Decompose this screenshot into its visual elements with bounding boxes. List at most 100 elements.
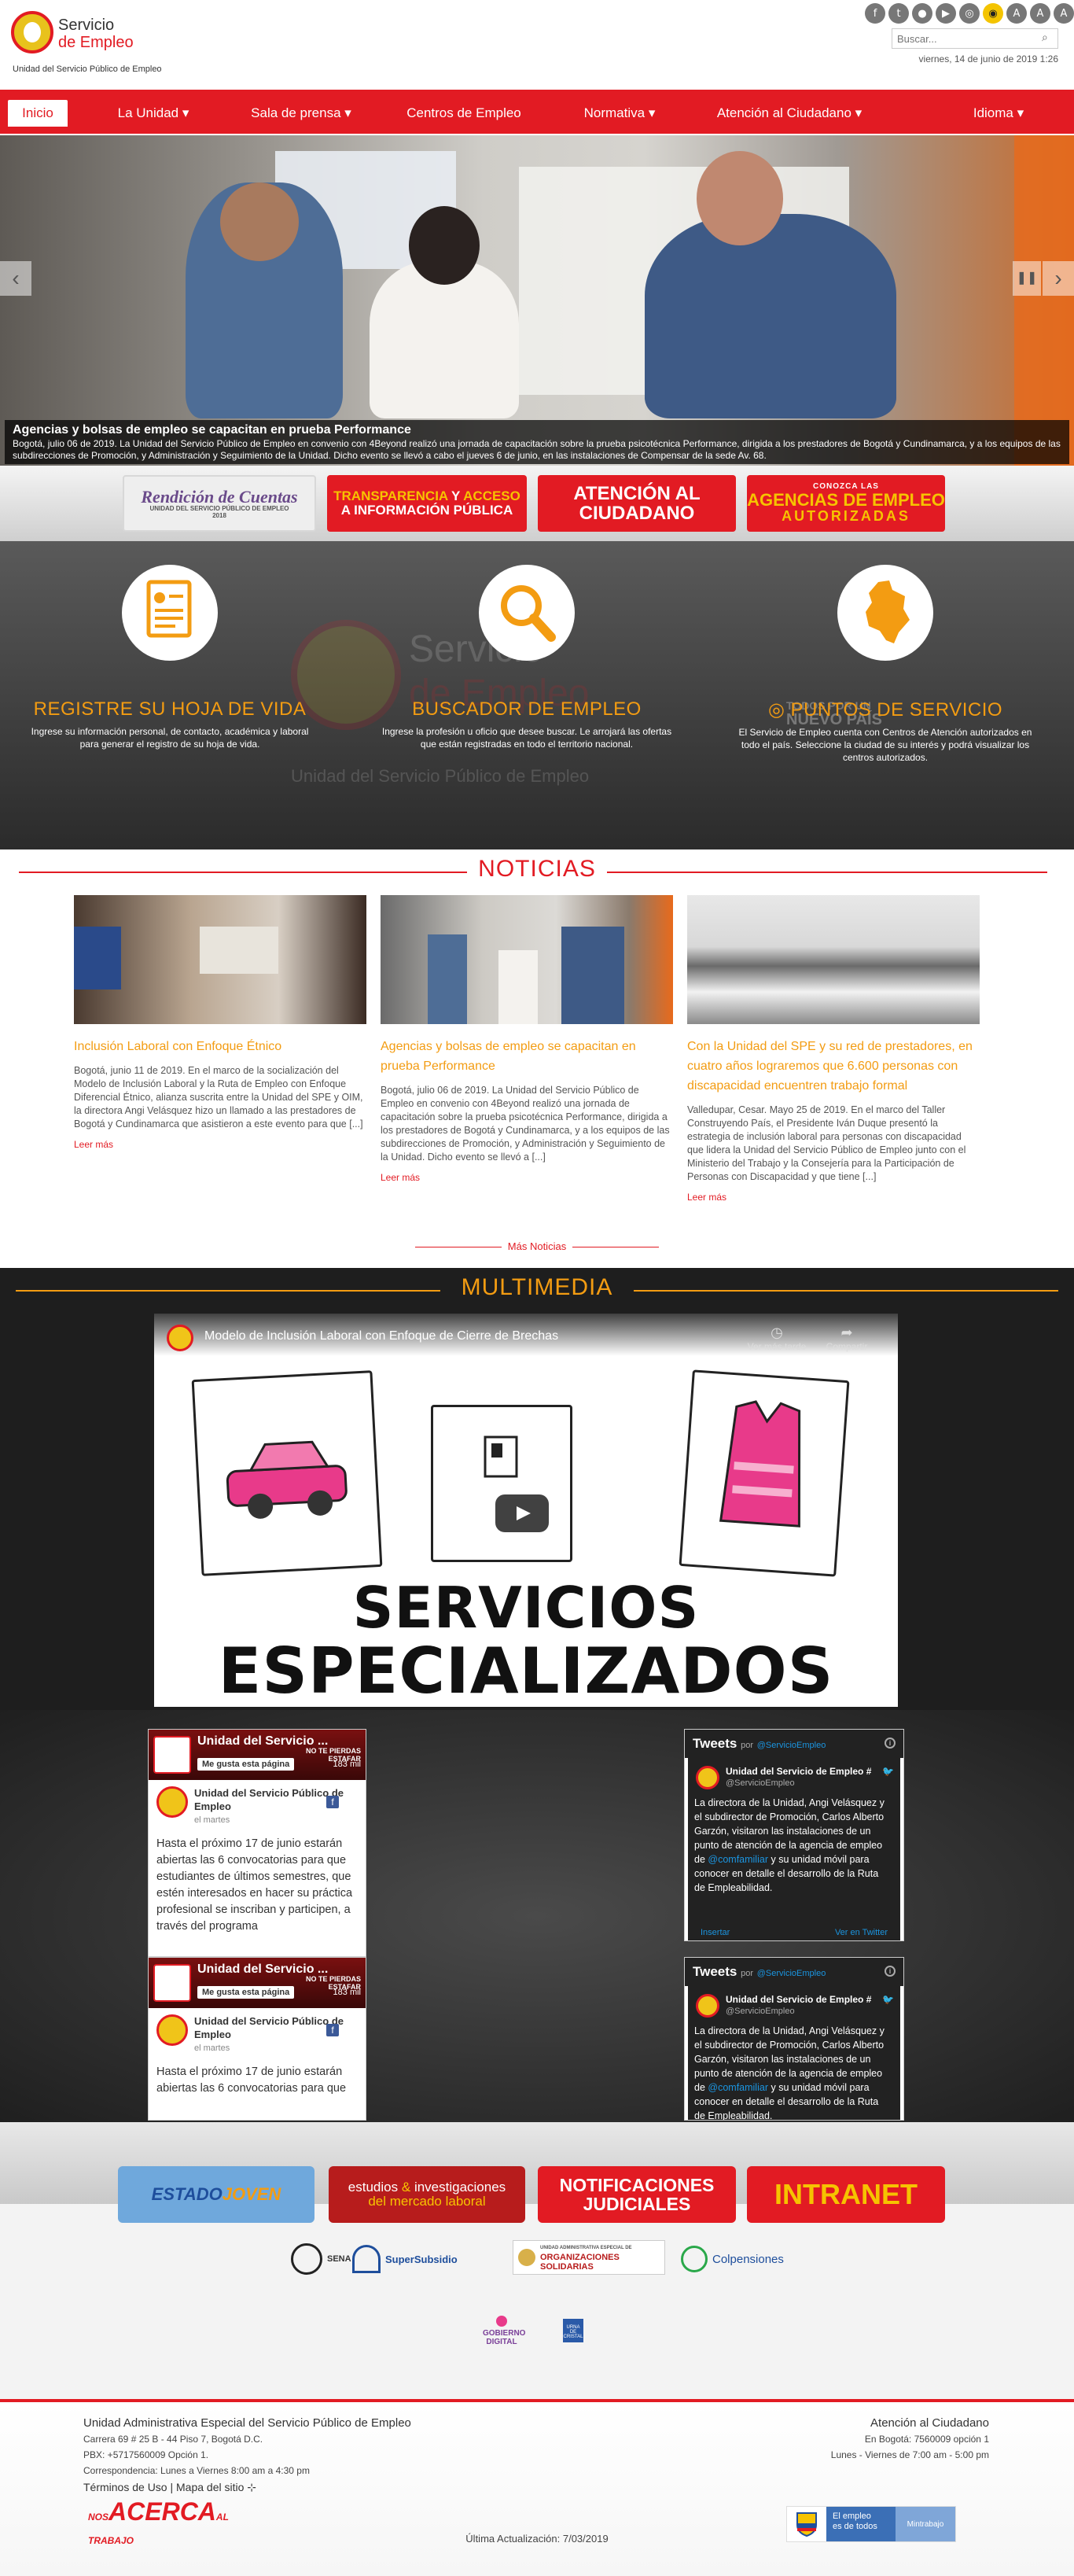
gobierno-logo-banner[interactable]: El empleo es de todos Mintrabajo [786,2506,956,2542]
video-player[interactable]: Modelo de Inclusión Laboral con Enfoque … [154,1314,898,1708]
carousel-next-button[interactable]: › [1043,261,1074,296]
hero-person [697,151,783,245]
investigaciones-word: investigaciones [414,2180,506,2195]
service-puntos[interactable]: ◎ PUNTOS DE SERVICIO El Servicio de Empl… [720,565,1050,764]
facebook-like-button[interactable]: Me gusta esta página [197,1986,295,1999]
estado-joven-text: ESTADOJOVEN [152,2185,281,2203]
news-card-text: Valledupar, Cesar. Mayo 25 de 2019. En e… [687,1104,966,1182]
urna-cristal-logo[interactable]: URNA DE CRISTAL [563,2319,583,2342]
clock-icon: ◷ [771,1325,783,1340]
sena-logo-icon [291,2243,322,2275]
terms-label: Términos de Uso | Mapa del sitio [83,2481,245,2493]
colpensiones-logo-icon [681,2246,708,2272]
acerca-sub: TRABAJO [88,2535,134,2546]
facebook-post-date: el martes [194,1815,230,1825]
partner-organizaciones-solidarias[interactable]: UNIDAD ADMINISTRATIVA ESPECIAL DE ORGANIZ… [513,2240,665,2275]
watch-later-label: Ver más tarde [747,1341,807,1352]
tweet-mention[interactable]: @comfamiliar [708,2082,768,2093]
search-icon[interactable]: ⌕ [1042,31,1048,44]
tweet-author[interactable]: Unidad del Servicio de Empleo # [726,1766,883,1777]
facebook-widget-header: Unidad del Servicio ... Me gusta esta pá… [149,1958,366,2008]
flickr-icon[interactable]: ● [912,3,932,24]
site-logo[interactable]: Servicio de Empleo Unidad del Servicio P… [11,11,162,79]
nav-item-normativa[interactable]: Normativa ▾ [572,100,667,127]
news-image[interactable] [74,895,366,1024]
estado-joven-banner[interactable]: ESTADOJOVEN [118,2166,314,2223]
font-size-largest-icon[interactable]: A [1054,3,1074,24]
rendicion-cuentas-banner[interactable]: Rendición de Cuentas UNIDAD DEL SERVICIO… [123,475,316,532]
carousel-pause-button[interactable]: ❚❚ [1013,261,1041,296]
news-image[interactable] [687,895,980,1024]
watch-later-button[interactable]: ◷ Ver más tarde [745,1325,808,1352]
share-button[interactable]: ➦ Compartir [819,1325,874,1352]
site-header: Servicio de Empleo Unidad del Servicio P… [0,0,1074,90]
twitter-icon[interactable]: t [888,3,909,24]
facebook-widget[interactable]: Unidad del Servicio ... Me gusta esta pá… [148,1729,366,1957]
read-more-link[interactable]: Leer más [687,1192,980,1203]
hero-title[interactable]: Agencias y bolsas de empleo se capacitan… [13,423,1061,437]
info-icon[interactable]: i [885,1738,896,1749]
news-card-title[interactable]: Inclusión Laboral con Enfoque Étnico [74,1037,366,1056]
transparencia-banner[interactable]: TRANSPARENCIA Y ACCESO A INFORMACIÓN PÚB… [327,475,527,532]
twitter-handle-link[interactable]: @ServicioEmpleo [757,1741,826,1750]
video-title[interactable]: Modelo de Inclusión Laboral con Enfoque … [204,1329,558,1343]
gobierno-digital-logo[interactable]: GOBIERNO DIGITAL [483,2316,525,2346]
notificaciones-judiciales-banner[interactable]: NOTIFICACIONES JUDICIALES [538,2166,736,2223]
service-buscador[interactable]: BUSCADOR DE EMPLEO Ingrese la profesión … [362,565,692,750]
news-card-title[interactable]: Con la Unidad del SPE y su red de presta… [687,1037,980,1096]
instagram-icon[interactable]: ◎ [959,3,980,24]
nav-item-centros-de-empleo[interactable]: Centros de Empleo [401,100,527,127]
font-size-larger-icon[interactable]: A [1030,3,1050,24]
partner-supersubsidio[interactable]: SuperSubsidio [352,2242,458,2276]
play-button[interactable] [495,1494,549,1532]
nav-item-atencion[interactable]: Atención al Ciudadano ▾ [706,100,873,127]
facebook-widget[interactable]: Unidad del Servicio ... Me gusta esta pá… [148,1957,366,2121]
tweet-mention[interactable]: @comfamiliar [708,1854,768,1865]
nav-item-sala-de-prensa[interactable]: Sala de prensa ▾ [242,100,360,127]
news-card-title[interactable]: Agencias y bolsas de empleo se capacitan… [381,1037,673,1076]
nav-item-label: Sala de prensa [251,105,341,120]
facebook-like-button[interactable]: Me gusta esta página [197,1758,295,1771]
channel-avatar[interactable] [167,1325,193,1351]
estudios-investigaciones-banner[interactable]: estudios & investigaciones del mercado la… [329,2166,525,2223]
twitter-widget[interactable]: Tweets por @ServicioEmpleo i Unidad del S… [684,1729,904,1941]
facebook-icon[interactable]: f [865,3,885,24]
news-image-person [428,934,467,1024]
info-icon[interactable]: i [885,1966,896,1977]
nos-acerca-logo[interactable]: NOSACERCAAL TRABAJO [88,2499,229,2552]
intranet-banner[interactable]: INTRANET [747,2166,945,2223]
video-caption-line1: SERVICIOS [352,1575,700,1641]
more-news-link[interactable]: Más Noticias [401,1240,673,1252]
font-size-icon[interactable]: A [1006,3,1027,24]
news-image[interactable] [381,895,673,1024]
footer-terms-links[interactable]: Términos de Uso | Mapa del sitio ⊹ [83,2481,256,2494]
news-image-screen [200,927,278,974]
youtube-icon[interactable]: ▶ [936,3,956,24]
nav-item-inicio[interactable]: Inicio [8,100,68,127]
partner-sena[interactable]: SENA [291,2242,351,2276]
agencias-autorizadas-banner[interactable]: CONOZCA LAS AGENCIAS DE EMPLEO AUTORIZAD… [747,475,945,532]
twitter-bird-icon: 🐦 [882,1766,894,1777]
twitter-handle-link[interactable]: @ServicioEmpleo [757,1969,826,1978]
tweet-author[interactable]: Unidad del Servicio de Empleo # [726,1994,883,2005]
partner-colpensiones[interactable]: Colpensiones [681,2242,784,2276]
facebook-widget-header: Unidad del Servicio ... Me gusta esta pá… [149,1730,366,1780]
twitter-widget[interactable]: Tweets por @ServicioEmpleo i Unidad del S… [684,1957,904,2121]
read-more-link[interactable]: Leer más [381,1172,673,1183]
search-input[interactable] [892,28,1058,49]
carousel-prev-button[interactable]: ‹ [0,261,31,296]
visibility-icon[interactable]: ◉ [983,3,1003,24]
footer-title: Unidad Administrativa Especial del Servi… [83,2416,411,2430]
hero-person [220,182,299,261]
atencion-ciudadano-banner[interactable]: ATENCIÓN AL CIUDADANO [538,475,736,532]
last-updated: Última Actualización: 7/03/2019 [465,2533,609,2545]
notif-line1: NOTIFICACIONES [559,2174,715,2195]
service-registro[interactable]: REGISTRE SU HOJA DE VIDA Ingrese su info… [5,565,335,750]
nav-item-idioma[interactable]: Idioma ▾ [961,100,1036,127]
digital-label: DIGITAL [486,2338,517,2346]
embed-link[interactable]: Insertar [701,1928,730,1937]
view-on-twitter-link[interactable]: Ver en Twitter [835,1928,888,1937]
nav-item-la-unidad[interactable]: La Unidad ▾ [110,100,197,127]
read-more-link[interactable]: Leer más [74,1139,366,1150]
twitter-widget-header: Tweets por @ServicioEmpleo i [685,1958,903,1986]
